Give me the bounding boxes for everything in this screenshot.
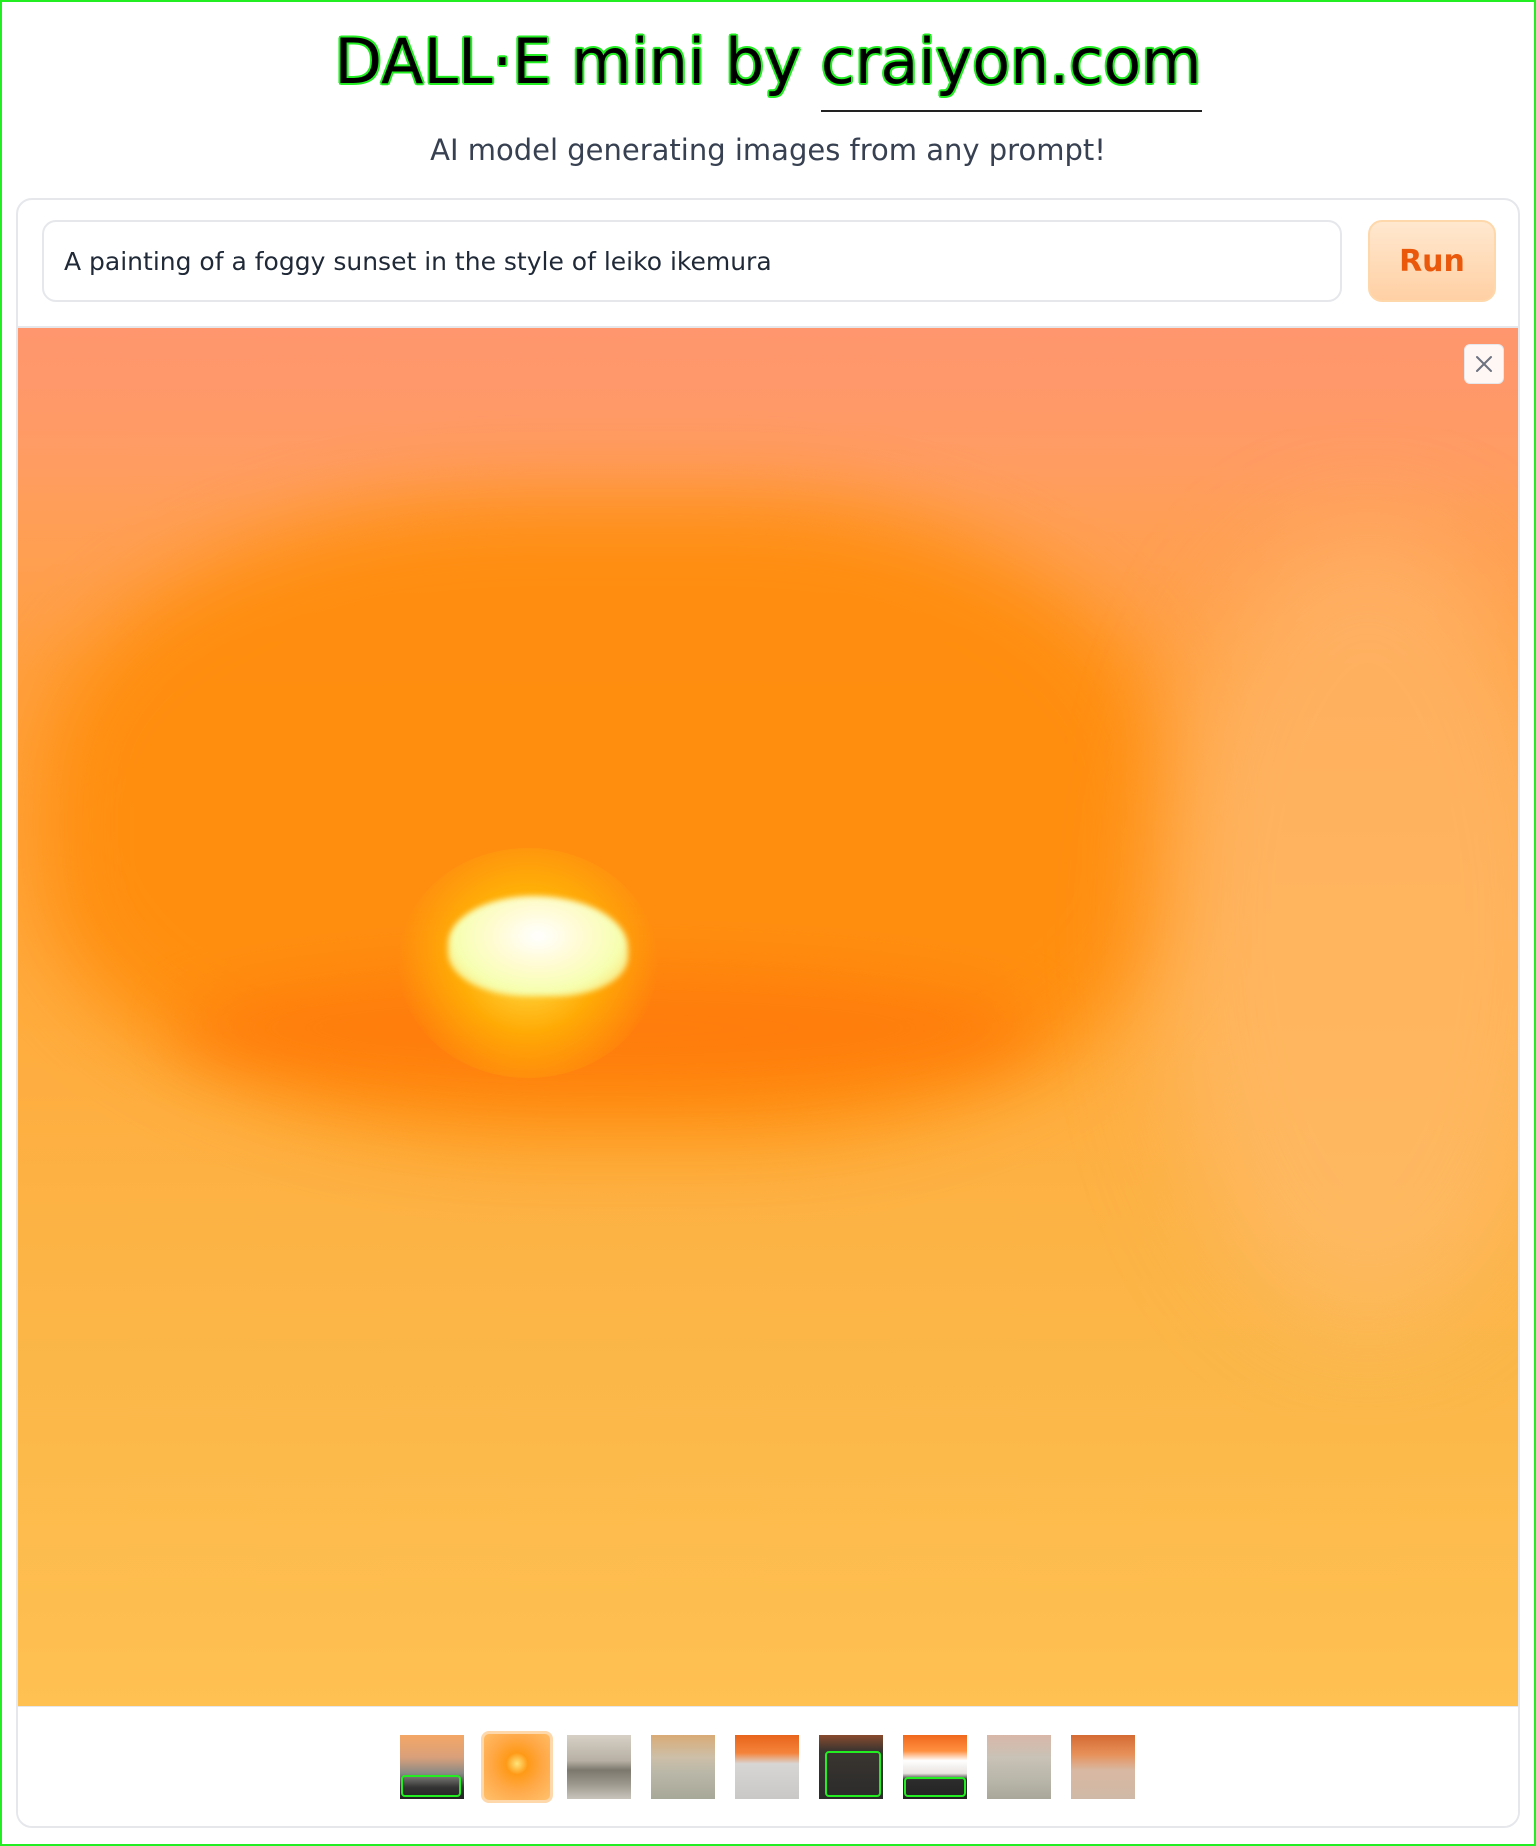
image-gallery: [18, 326, 1518, 1826]
thumbnail-7-outline: [904, 1777, 966, 1797]
generated-image-preview[interactable]: [18, 328, 1518, 1706]
thumbnail-1[interactable]: [400, 1735, 464, 1799]
thumbnail-strip: [18, 1706, 1518, 1826]
prompt-input[interactable]: [42, 220, 1342, 302]
craiyon-link[interactable]: craiyon.com: [820, 25, 1202, 112]
subtitle: AI model generating images from any prom…: [430, 133, 1106, 167]
thumbnail-7[interactable]: [903, 1735, 967, 1799]
prompt-row: Run: [18, 200, 1518, 326]
page-title: DALL·E mini by craiyon.com: [0, 22, 1536, 112]
thumbnail-6-outline: [825, 1751, 881, 1797]
title-prefix: DALL·E mini by: [334, 25, 821, 98]
thumbnail-9[interactable]: [1071, 1735, 1135, 1799]
thumbnail-5[interactable]: [735, 1735, 799, 1799]
close-icon: [1476, 356, 1492, 372]
thumbnail-6[interactable]: [819, 1735, 883, 1799]
thumbnail-3[interactable]: [567, 1735, 631, 1799]
generator-card: Run: [16, 198, 1520, 1828]
thumbnail-8[interactable]: [987, 1735, 1051, 1799]
thumbnail-1-outline: [401, 1775, 461, 1797]
image-haze-right: [1158, 528, 1518, 1328]
run-button[interactable]: Run: [1368, 220, 1496, 302]
thumbnail-2-selected[interactable]: [481, 1731, 553, 1803]
thumbnail-4[interactable]: [651, 1735, 715, 1799]
header: DALL·E mini by craiyon.com AI model gene…: [0, 22, 1536, 168]
close-preview-button[interactable]: [1464, 344, 1504, 384]
image-haze-top: [18, 328, 1518, 508]
image-sun: [448, 896, 628, 996]
